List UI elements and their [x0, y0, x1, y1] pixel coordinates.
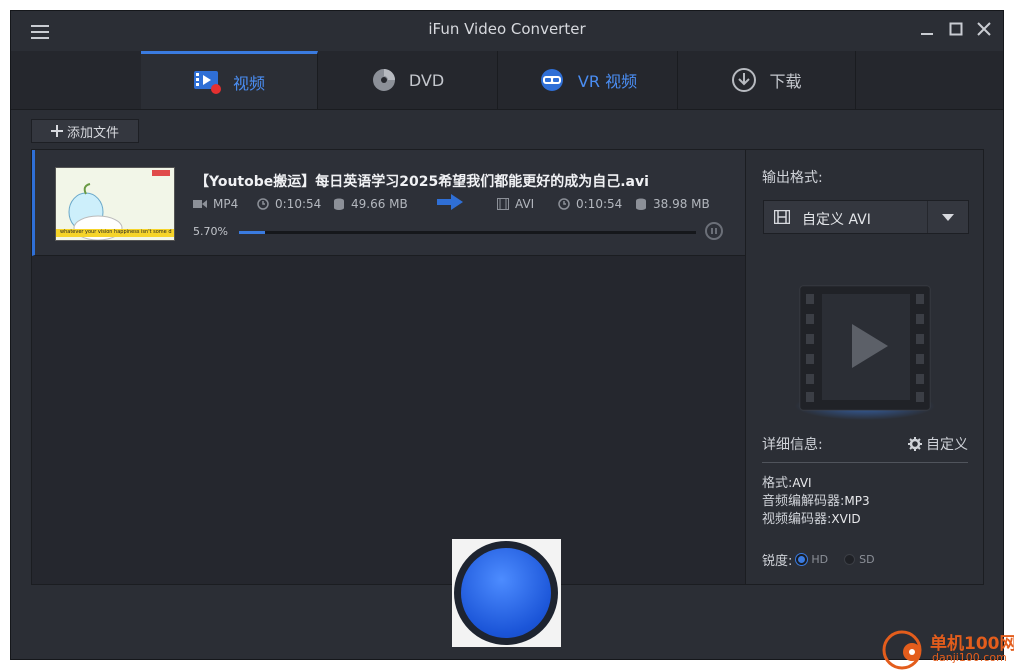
title-bar: iFun Video Converter: [11, 11, 1003, 51]
info-key: 格式:: [762, 476, 793, 491]
info-value: AVI: [792, 476, 812, 490]
clock-icon: [257, 198, 269, 210]
file-name: 【Youtobe搬运】每日英语学习2025希望我们都能更好的成为自己.avi: [195, 174, 649, 190]
add-file-label: 添加文件: [66, 125, 119, 141]
file-list-item[interactable]: whatever your vision happiness isn't som…: [32, 150, 745, 256]
sharpness-label: 锐度:: [762, 554, 793, 569]
dvd-icon: [372, 69, 395, 91]
plus-icon: [50, 125, 63, 137]
minimize-icon: [921, 33, 933, 35]
tab-dvd[interactable]: DVD: [318, 51, 498, 109]
progress-bar: [239, 231, 696, 234]
download-icon: [732, 68, 757, 92]
vr-headset-icon: [540, 69, 563, 91]
tab-download[interactable]: 下载: [678, 51, 856, 109]
custom-settings-button[interactable]: 自定义: [908, 434, 968, 454]
radio-sd-label: SD: [859, 553, 875, 566]
source-format-value: MP4: [213, 197, 239, 211]
film-icon: [497, 198, 509, 210]
custom-label: 自定义: [926, 437, 968, 453]
radio-hd[interactable]: [796, 554, 808, 565]
tab-label: 视频: [232, 73, 265, 93]
clock-icon: [558, 198, 570, 210]
tab-label: VR 视频: [577, 72, 638, 91]
chevron-down-icon: [942, 214, 954, 221]
tab-video[interactable]: 视频: [141, 51, 318, 109]
database-icon: [636, 198, 646, 210]
tab-label: DVD: [408, 70, 445, 90]
watermark-logo-icon: [882, 630, 922, 670]
radio-sd[interactable]: [844, 554, 856, 565]
maximize-icon: [949, 22, 963, 36]
divider: [762, 462, 968, 463]
output-format-value: 自定义 AVI: [802, 212, 871, 228]
tab-bar: 视频 DVD VR 视频 下载: [11, 51, 1003, 110]
video-icon: [193, 70, 221, 94]
output-format-label: 输出格式:: [762, 170, 823, 186]
source-size: 49.66 MB: [333, 197, 408, 211]
info-value: XVID: [831, 512, 861, 526]
source-duration-value: 0:10:54: [275, 197, 322, 211]
target-size: 38.98 MB: [635, 197, 710, 211]
close-icon: [977, 22, 991, 36]
target-duration-value: 0:10:54: [576, 197, 623, 211]
target-duration: 0:10:54: [558, 197, 622, 211]
target-format-value: AVI: [515, 197, 535, 211]
window-title: iFun Video Converter: [428, 20, 586, 38]
gear-icon: [908, 437, 922, 451]
close-button[interactable]: [974, 19, 994, 39]
video-thumbnail: whatever your vision happiness isn't som…: [55, 167, 175, 241]
convert-button[interactable]: [454, 541, 558, 645]
info-format: 格式:AVI: [762, 472, 812, 491]
radio-hd-label: HD: [811, 553, 829, 566]
target-format: AVI: [497, 197, 534, 211]
video-format-preview-icon: [795, 285, 935, 420]
database-icon: [334, 198, 344, 210]
watermark-subtext: danji100.com: [932, 651, 1007, 664]
tab-vr-video[interactable]: VR 视频: [498, 51, 678, 109]
add-file-button[interactable]: 添加文件: [31, 119, 139, 143]
site-watermark: 单机100网 danji100.com: [866, 626, 1014, 670]
camera-icon: [193, 200, 207, 208]
pause-button[interactable]: [705, 222, 723, 240]
maximize-button[interactable]: [946, 19, 966, 39]
info-key: 视频编码器:: [762, 512, 832, 527]
file-list-panel: whatever your vision happiness isn't som…: [31, 149, 746, 585]
info-value: MP3: [844, 494, 870, 508]
film-icon: [774, 210, 790, 224]
progress-percent: 5.70%: [193, 225, 228, 238]
progress-bar-fill: [239, 231, 266, 234]
source-size-value: 49.66 MB: [351, 197, 408, 211]
target-size-value: 38.98 MB: [653, 197, 710, 211]
minimize-button[interactable]: [917, 19, 937, 39]
convert-button-face: [461, 548, 551, 638]
output-settings-panel: 输出格式: 自定义 AVI 详细信息: 自定义 格式:AVI 音频编解码器:MP…: [746, 149, 984, 585]
info-audio-codec: 音频编解码器:MP3: [762, 490, 870, 509]
output-format-select[interactable]: 自定义 AVI: [763, 200, 969, 234]
thumbnail-caption: whatever your vision happiness isn't som…: [60, 229, 172, 235]
info-key: 音频编解码器:: [762, 494, 845, 509]
arrow-right-icon: [437, 194, 463, 210]
tab-label: 下载: [769, 72, 802, 91]
details-label: 详细信息:: [762, 437, 823, 453]
info-video-codec: 视频编码器:XVID: [762, 508, 861, 527]
dropdown-toggle[interactable]: [927, 201, 968, 233]
source-duration: 0:10:54: [257, 197, 321, 211]
source-format: MP4: [193, 197, 238, 211]
sharpness-setting: 锐度: HD SD: [762, 550, 875, 569]
